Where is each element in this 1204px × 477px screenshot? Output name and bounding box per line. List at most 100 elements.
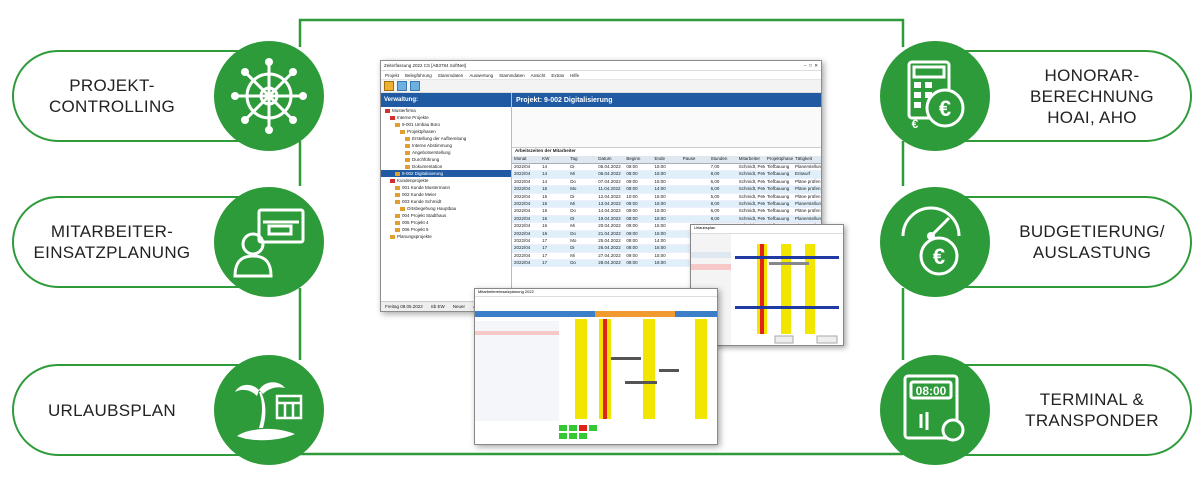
column-header[interactable]: Projektphase xyxy=(765,156,793,163)
tree-item[interactable]: 9-002 Digitalisierung xyxy=(381,170,511,177)
table-cell: 15 xyxy=(542,208,548,214)
table-cell xyxy=(681,216,709,222)
tree-item-label: 002 Kunde Meier xyxy=(402,192,437,197)
tree-item[interactable]: Interne Projekte xyxy=(381,114,511,121)
column-header[interactable]: Pause xyxy=(681,156,709,163)
table-cell: Mo xyxy=(570,237,577,243)
table-cell: 14:00 xyxy=(654,237,666,243)
column-header[interactable]: Tag xyxy=(568,156,596,163)
table-cell: 16:00 xyxy=(654,215,666,221)
table-row[interactable]: 2022/04 15 Mo 11.04.2022 08:00 14:00 6,00 Schmi… xyxy=(512,186,821,194)
table-cell: 6,00 xyxy=(710,178,720,184)
toolbar-button[interactable] xyxy=(384,81,394,91)
table-cell: 09:00 xyxy=(626,230,638,236)
project-title: Projekt: 9-002 Digitalisierung xyxy=(512,93,821,107)
tree-item[interactable]: Dokumentation xyxy=(381,163,511,170)
tree-item[interactable]: 9-001 Umbau Büro xyxy=(381,121,511,128)
table-cell: 2022/04 xyxy=(514,178,531,184)
tree-item[interactable]: 006 Projekt 5 xyxy=(381,226,511,233)
menu-item[interactable]: Hilfe xyxy=(570,73,579,78)
table-cell xyxy=(681,171,709,177)
table-row[interactable]: 2022/04 15 Mi 13.04.2022 08:00 16:00 8,00 Schmi… xyxy=(512,200,821,209)
toolbar-button[interactable] xyxy=(397,81,407,91)
table-cell: 2022/04 xyxy=(514,252,531,258)
folder-icon xyxy=(390,178,395,183)
table-cell: 21.04.2022 xyxy=(598,230,621,236)
feature-terminal-transponder: 08:00 TERMINAL & TRANSPONDER xyxy=(880,355,1192,465)
table-cell: Do xyxy=(570,230,576,236)
table-cell: 2022/04 xyxy=(514,164,531,169)
tree-item[interactable]: Durchführung xyxy=(381,156,511,163)
table-cell: Pläne prüfen xyxy=(794,193,821,199)
table-cell: Schmidt, Peter xyxy=(738,200,765,206)
tree-item[interactable]: Erstellung der Aufbereitung xyxy=(381,135,511,142)
tree-item[interactable]: 003 Kunde Schmidt xyxy=(381,198,511,205)
table-cell: Mi xyxy=(570,200,575,206)
table-row[interactable]: 2022/04 14 Mi 06.04.2022 08:00 16:00 8,00 Schmi… xyxy=(512,171,821,179)
table-cell xyxy=(681,201,709,207)
column-header[interactable]: Tätigkeit xyxy=(793,156,821,163)
table-cell: 14.04.2022 xyxy=(598,208,621,214)
project-tree-pane: Verwaltung: Musterfirma Interne Projekte 9… xyxy=(381,93,512,303)
table-cell: 15:00 xyxy=(654,208,666,214)
table-cell: Tiefbauung xyxy=(766,171,790,177)
table-cell: 7,00 xyxy=(710,164,720,169)
folder-icon xyxy=(400,129,405,134)
table-cell: 27.04.2022 xyxy=(598,252,621,258)
column-header[interactable]: Datum xyxy=(596,156,624,163)
tree-item[interactable]: Projektphasen xyxy=(381,128,511,135)
column-header[interactable]: Ende xyxy=(652,156,680,163)
tree-item[interactable]: Kundenprojekte xyxy=(381,177,511,184)
tree-item-label: Projektphasen xyxy=(407,129,436,134)
menu-item[interactable]: Stammdaten xyxy=(438,73,464,78)
table-row[interactable]: 2022/04 14 Di 05.04.2022 08:00 15:00 7,00 Schmi… xyxy=(512,164,821,172)
table-cell: Pläne prüfen xyxy=(794,186,821,192)
menu-item[interactable]: Auswertung xyxy=(469,73,493,78)
table-row[interactable]: 2022/04 15 Di 12.04.2022 10:00 15:00 5,00 Schmi… xyxy=(512,194,821,201)
menu-item[interactable]: Belegführung xyxy=(405,73,432,78)
table-cell: 16 xyxy=(542,223,548,229)
feature-label: TERMINAL & TRANSPONDER xyxy=(1025,390,1159,430)
table-row[interactable]: 2022/04 16 Di 19.04.2022 08:00 16:00 8,00 Schmi… xyxy=(512,215,821,224)
menu-item[interactable]: Stammdaten xyxy=(499,73,525,78)
folder-icon xyxy=(405,136,410,141)
menu-item[interactable]: Projekt xyxy=(385,73,399,78)
menu-item[interactable]: Extras xyxy=(551,73,564,78)
tree-item[interactable]: Angebotserstellung xyxy=(381,149,511,156)
table-cell: 12.04.2022 xyxy=(598,193,621,199)
employee-screen-icon xyxy=(214,187,324,297)
table-cell: 2022/04 xyxy=(514,237,531,243)
column-header[interactable]: Stunden xyxy=(709,156,737,163)
tree-item[interactable]: 002 Kunde Meier xyxy=(381,191,511,198)
folder-icon xyxy=(400,206,405,211)
tree-item[interactable]: Planungsprojekte xyxy=(381,233,511,240)
tree-item-label: 004 Projekt Stadthaus xyxy=(402,213,447,218)
column-header[interactable]: Monat xyxy=(512,156,540,163)
column-header[interactable]: Mitarbeiter xyxy=(737,156,765,163)
gauge-euro-icon: € xyxy=(880,187,990,297)
close-icon[interactable]: ✕ xyxy=(814,63,818,69)
tree-item[interactable]: Interne Abstimmung xyxy=(381,142,511,149)
svg-text:€: € xyxy=(912,117,919,131)
tree-item[interactable]: Ortsbegehung Hauptbau xyxy=(381,205,511,212)
table-cell: 20.04.2022 xyxy=(598,223,621,229)
table-cell: 09:00 xyxy=(626,252,638,258)
tree-item[interactable]: 001 Kunde Mustermann xyxy=(381,184,511,191)
menu-item[interactable]: Ansicht xyxy=(531,73,546,78)
feature-label: MITARBEITER- EINSATZPLANUNG xyxy=(33,222,191,262)
table-row[interactable]: 2022/04 15 Do 14.04.2022 09:00 15:00 6,00 Schmi… xyxy=(512,208,821,216)
folder-icon xyxy=(405,164,410,169)
column-header[interactable]: KW xyxy=(540,156,568,163)
table-cell: Tiefbauung xyxy=(766,164,790,169)
table-cell: 10:00 xyxy=(626,193,638,199)
tree-item[interactable]: Musterfirma xyxy=(381,107,511,114)
tree-item[interactable]: 004 Projekt Stadthaus xyxy=(381,212,511,219)
tree-item-label: 005 Projekt 4 xyxy=(402,220,429,225)
table-cell: Schmidt, Peter xyxy=(738,193,765,199)
tree-item[interactable]: 005 Projekt 4 xyxy=(381,219,511,226)
tree-item-label: Ortsbegehung Hauptbau xyxy=(407,206,457,211)
table-cell xyxy=(681,186,709,192)
table-row[interactable]: 2022/04 14 Do 07.04.2022 09:00 15:00 6,00 Schmi… xyxy=(512,178,821,187)
toolbar-button[interactable] xyxy=(410,81,420,91)
column-header[interactable]: Beginn xyxy=(624,156,652,163)
